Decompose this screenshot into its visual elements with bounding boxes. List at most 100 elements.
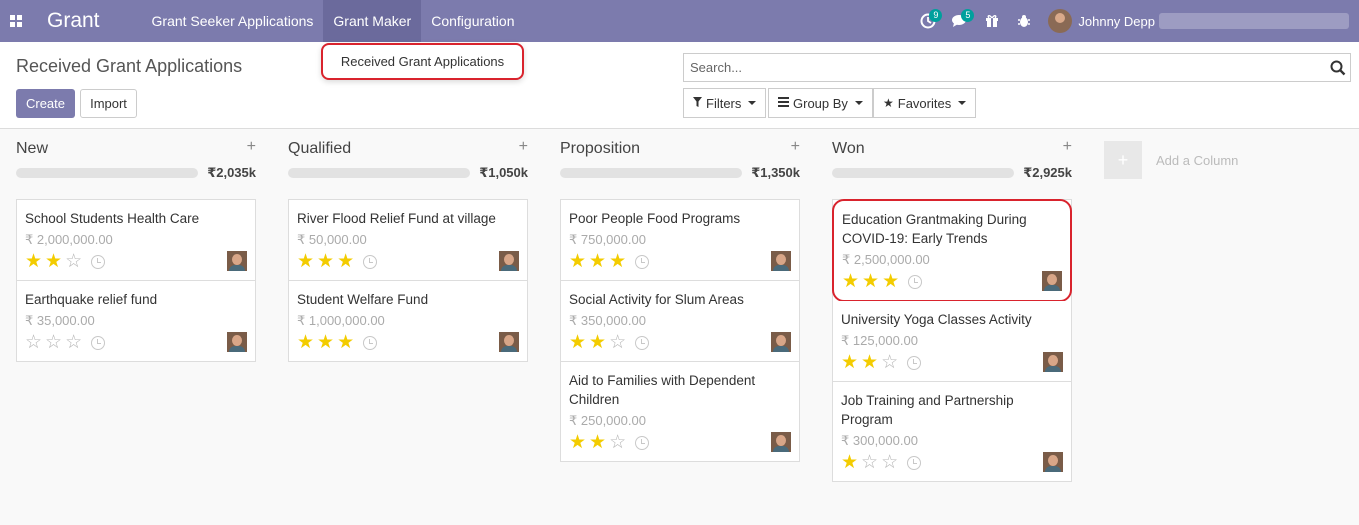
priority-star-icon[interactable]: ★ <box>842 272 859 292</box>
priority-star-icon[interactable]: ★ <box>589 252 606 272</box>
kanban-card[interactable]: Education Grantmaking During COVID-19: E… <box>832 199 1072 302</box>
priority-star-icon[interactable]: ★ <box>569 333 586 353</box>
activity-clock-icon[interactable] <box>907 356 922 370</box>
menu-grant-maker[interactable]: Grant Maker <box>323 0 422 42</box>
kanban-card[interactable]: Job Training and Partnership Program ₹ 30… <box>833 382 1071 481</box>
user-menu[interactable]: Johnny Depp <box>1048 9 1349 33</box>
priority-star-icon[interactable]: ★ <box>297 252 314 272</box>
avatar <box>1043 452 1063 472</box>
priority-star-icon[interactable]: ★ <box>569 433 586 453</box>
favorites-label: Favorites <box>897 95 952 111</box>
priority-star-icon[interactable]: ★ <box>862 272 879 292</box>
activity-clock-icon[interactable] <box>907 456 922 470</box>
priority-star-icon[interactable]: ★ <box>297 333 314 353</box>
messages-icon[interactable]: 5 <box>944 0 976 42</box>
activity-clock-icon[interactable] <box>908 275 923 289</box>
search-input[interactable] <box>684 54 1304 81</box>
priority-star-icon[interactable]: ★ <box>569 252 586 272</box>
avatar <box>771 251 791 271</box>
activity-clock-icon[interactable] <box>363 255 378 269</box>
add-column[interactable]: + Add a Column <box>1104 141 1254 181</box>
user-name: Johnny Depp <box>1078 13 1155 29</box>
create-button[interactable]: Create <box>16 89 75 118</box>
card-amount: ₹ 125,000.00 <box>841 333 918 348</box>
quick-create-plus-icon[interactable]: + <box>247 138 256 156</box>
filters-button[interactable]: Filters <box>683 88 767 118</box>
menu-grant-seeker-applications[interactable]: Grant Seeker Applications <box>142 0 324 42</box>
card-footer: ★ ☆ ☆ <box>841 453 1063 473</box>
app-brand[interactable]: Grant <box>47 9 100 33</box>
priority-star-icon[interactable]: ★ <box>25 252 42 272</box>
quick-create-plus-icon[interactable]: + <box>791 138 800 156</box>
kanban-card[interactable]: Social Activity for Slum Areas ₹ 350,000.… <box>561 281 799 362</box>
activity-clock-icon[interactable] <box>635 436 650 450</box>
dropdown-item-received-grant-applications[interactable]: Received Grant Applications <box>341 54 504 69</box>
gift-icon[interactable] <box>976 0 1008 42</box>
menu-configuration[interactable]: Configuration <box>421 0 524 42</box>
column-title[interactable]: Proposition <box>560 140 640 158</box>
priority-star-icon[interactable]: ★ <box>317 252 334 272</box>
activity-icon[interactable]: 9 <box>912 0 944 42</box>
activity-clock-icon[interactable] <box>91 336 106 350</box>
priority-star-icon[interactable]: ★ <box>841 453 858 473</box>
priority-star-icon[interactable]: ☆ <box>45 333 62 353</box>
card-title: Poor People Food Programs <box>569 211 741 226</box>
priority-star-icon[interactable]: ★ <box>589 333 606 353</box>
priority-star-icon[interactable]: ☆ <box>65 333 82 353</box>
messages-badge: 5 <box>961 9 975 22</box>
priority-star-icon[interactable]: ★ <box>317 333 334 353</box>
priority-star-icon[interactable]: ★ <box>841 353 858 373</box>
card-amount: ₹ 250,000.00 <box>569 413 646 428</box>
column-title[interactable]: Qualified <box>288 140 351 158</box>
activity-clock-icon[interactable] <box>635 336 650 350</box>
column-title[interactable]: Won <box>832 140 865 158</box>
priority-star-icon[interactable]: ☆ <box>609 433 626 453</box>
kanban-card[interactable]: School Students Health Care ₹ 2,000,000.0… <box>17 200 255 281</box>
priority-star-icon[interactable]: ★ <box>337 252 354 272</box>
activity-clock-icon[interactable] <box>91 255 106 269</box>
kanban-card[interactable]: University Yoga Classes Activity ₹ 125,00… <box>833 301 1071 382</box>
column-title[interactable]: New <box>16 140 48 158</box>
priority-star-icon[interactable]: ☆ <box>861 453 878 473</box>
priority-star-icon[interactable]: ☆ <box>881 453 898 473</box>
card-amount: ₹ 350,000.00 <box>569 313 646 328</box>
control-panel: Received Grant Applications Create Impor… <box>0 42 1359 129</box>
priority-star-icon[interactable]: ☆ <box>881 353 898 373</box>
kanban-card[interactable]: Aid to Families with Dependent Children ₹… <box>561 362 799 461</box>
quick-create-plus-icon[interactable]: + <box>519 138 528 156</box>
column-total: ₹2,925k <box>1023 165 1072 180</box>
card-list: Poor People Food Programs ₹ 750,000.00 ★ ★ ★… <box>560 199 800 462</box>
kanban-card[interactable]: Student Welfare Fund ₹ 1,000,000.00 ★ ★ ★ <box>289 281 527 361</box>
quick-create-plus-icon[interactable]: + <box>1063 138 1072 156</box>
search-icon[interactable] <box>1330 60 1346 76</box>
activity-clock-icon[interactable] <box>635 255 650 269</box>
priority-star-icon[interactable]: ★ <box>882 272 899 292</box>
column-progress-bar[interactable] <box>16 168 198 178</box>
priority-star-icon[interactable]: ☆ <box>609 333 626 353</box>
priority-star-icon[interactable]: ☆ <box>25 333 42 353</box>
avatar <box>227 251 247 271</box>
kanban-card[interactable]: Earthquake relief fund ₹ 35,000.00 ☆ ☆ ☆ <box>17 281 255 361</box>
favorites-button[interactable]: ★ Favorites <box>873 88 977 118</box>
card-title: Social Activity for Slum Areas <box>569 292 744 307</box>
priority-star-icon[interactable]: ★ <box>589 433 606 453</box>
column-progress-bar[interactable] <box>288 168 470 178</box>
kanban-card[interactable]: Poor People Food Programs ₹ 750,000.00 ★ ★ ★ <box>561 200 799 281</box>
kanban-card[interactable]: River Flood Relief Fund at village ₹ 50,0… <box>289 200 527 281</box>
caret-down-icon <box>958 101 967 105</box>
activity-clock-icon[interactable] <box>363 336 378 350</box>
priority-star-icon[interactable]: ★ <box>861 353 878 373</box>
bug-icon[interactable] <box>1008 0 1040 42</box>
column-progress-bar[interactable] <box>560 168 742 178</box>
priority-star-icon[interactable]: ★ <box>45 252 62 272</box>
priority-star-icon[interactable]: ★ <box>609 252 626 272</box>
apps-menu-icon[interactable] <box>0 0 32 42</box>
avatar <box>771 332 791 352</box>
priority-star-icon[interactable]: ★ <box>337 333 354 353</box>
plus-icon[interactable]: + <box>1104 141 1142 179</box>
import-button[interactable]: Import <box>80 89 137 118</box>
group-by-button[interactable]: Group By <box>768 88 873 118</box>
column-total: ₹1,350k <box>751 165 800 180</box>
column-progress-bar[interactable] <box>832 168 1014 178</box>
priority-star-icon[interactable]: ☆ <box>65 252 82 272</box>
